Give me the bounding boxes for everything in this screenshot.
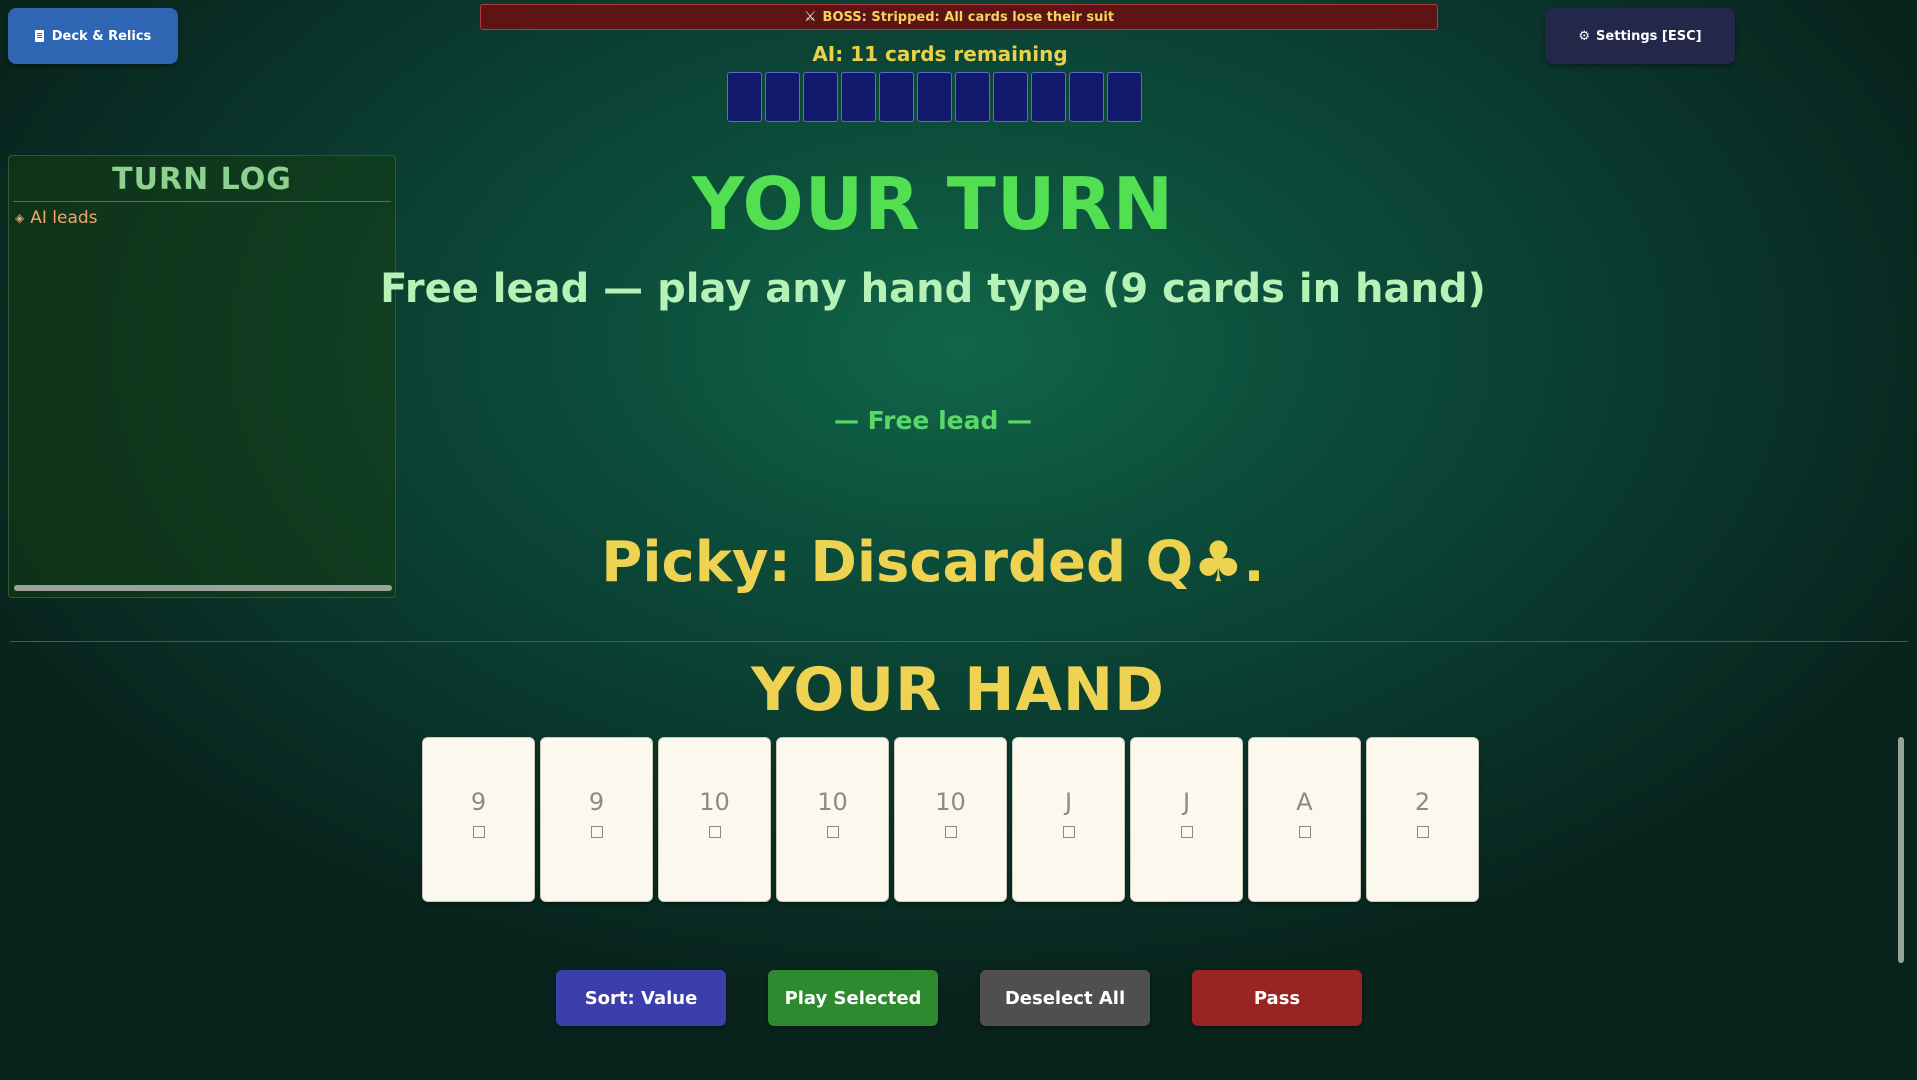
boss-banner: ⚔ BOSS: Stripped: All cards lose their s…	[480, 4, 1438, 30]
card-rank: 2	[1414, 788, 1431, 816]
boss-text: BOSS: Stripped: All cards lose their sui…	[822, 9, 1115, 25]
blank-suit-icon	[1416, 826, 1429, 838]
deselect-all-button[interactable]: Deselect All	[980, 970, 1150, 1026]
card-rank: J	[1182, 788, 1191, 816]
hand-card[interactable]: A	[1248, 737, 1361, 902]
hand-card[interactable]: 10	[776, 737, 889, 902]
pass-button[interactable]: Pass	[1192, 970, 1362, 1026]
ai-card-back	[841, 72, 876, 122]
ai-card-back	[727, 72, 762, 122]
hand-cards: 9 9 10 10 10 J J A 2	[422, 737, 1479, 902]
ai-card-backs	[727, 72, 1142, 122]
card-rank: 9	[588, 788, 605, 816]
blank-suit-icon	[1298, 826, 1311, 838]
ai-card-back	[879, 72, 914, 122]
card-rank: 10	[817, 788, 848, 816]
hand-card[interactable]: 9	[422, 737, 535, 902]
hand-card[interactable]: J	[1012, 737, 1125, 902]
table-center-label: — Free lead —	[833, 406, 1033, 435]
card-rank: A	[1296, 788, 1313, 816]
status-message: Picky: Discarded Q♣.	[601, 530, 1265, 595]
hand-card[interactable]: 9	[540, 737, 653, 902]
ai-card-back	[803, 72, 838, 122]
blank-suit-icon	[590, 826, 603, 838]
crossed-swords-icon: ⚔	[803, 9, 817, 25]
ai-card-back	[1031, 72, 1066, 122]
turn-subtitle: Free lead — play any hand type (9 cards …	[380, 266, 1486, 312]
ai-card-back	[993, 72, 1028, 122]
blank-suit-icon	[708, 826, 721, 838]
ai-card-back	[1069, 72, 1104, 122]
blank-suit-icon	[1180, 826, 1193, 838]
card-rank: 9	[470, 788, 487, 816]
card-rank: 10	[699, 788, 730, 816]
hand-divider	[10, 641, 1908, 642]
card-rank: 10	[935, 788, 966, 816]
hand-scrollbar[interactable]	[1898, 737, 1904, 963]
card-rank: J	[1064, 788, 1073, 816]
hand-card[interactable]: J	[1130, 737, 1243, 902]
ai-card-back	[955, 72, 990, 122]
blank-suit-icon	[472, 826, 485, 838]
ai-card-back	[917, 72, 952, 122]
blank-suit-icon	[826, 826, 839, 838]
blank-suit-icon	[1062, 826, 1075, 838]
ai-cards-remaining: AI: 11 cards remaining	[812, 42, 1068, 66]
turn-title: YOUR TURN	[691, 162, 1175, 246]
hand-title: YOUR HAND	[751, 655, 1165, 725]
ai-card-back	[765, 72, 800, 122]
play-selected-button[interactable]: Play Selected	[768, 970, 938, 1026]
sort-button[interactable]: Sort: Value	[556, 970, 726, 1026]
ai-card-back	[1107, 72, 1142, 122]
hand-card[interactable]: 10	[658, 737, 771, 902]
document-icon	[34, 30, 44, 42]
hand-card[interactable]: 2	[1366, 737, 1479, 902]
blank-suit-icon	[944, 826, 957, 838]
hand-card[interactable]: 10	[894, 737, 1007, 902]
